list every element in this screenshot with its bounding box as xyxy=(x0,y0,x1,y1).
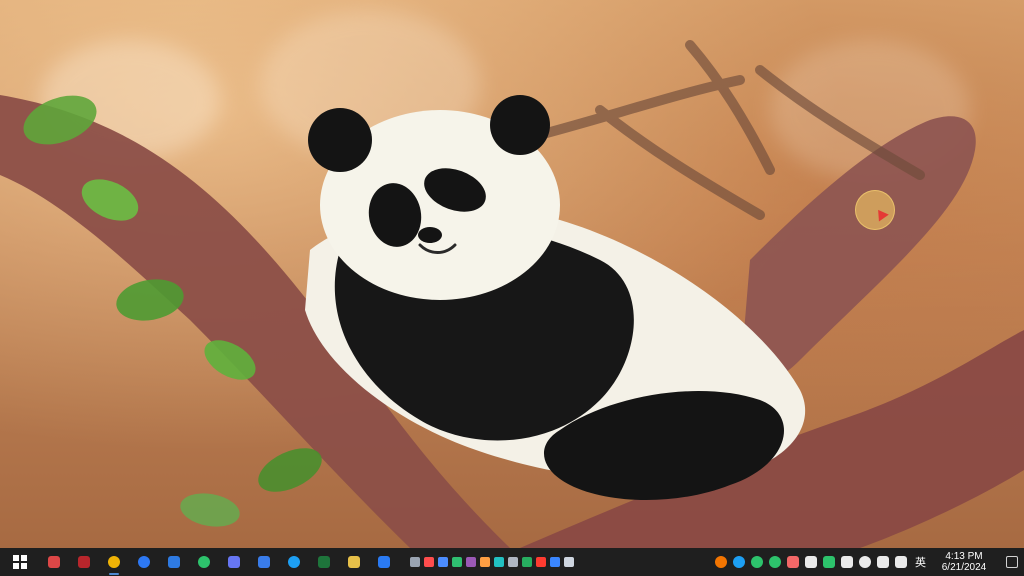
chrome-icon xyxy=(108,556,120,568)
cloud-tray-icon[interactable] xyxy=(805,556,817,568)
red-record-icon[interactable] xyxy=(536,557,546,567)
gray-mini-icon[interactable] xyxy=(508,557,518,567)
panda-ear-left xyxy=(308,108,372,172)
phone-tray-icon[interactable] xyxy=(841,556,853,568)
excel-icon xyxy=(318,556,330,568)
panda-nose xyxy=(418,227,442,243)
cyan-mini-icon[interactable] xyxy=(494,557,504,567)
taskbar-app[interactable] xyxy=(164,552,184,572)
taskbar: 英 4:13 PM 6/21/2024 xyxy=(0,548,1024,576)
edge-tray-icon[interactable] xyxy=(733,556,745,568)
swift-arrow-icon xyxy=(228,556,240,568)
ime-indicator[interactable]: 英 xyxy=(915,554,926,570)
quick-launch-mini-icons xyxy=(410,557,574,567)
taskbar-app[interactable] xyxy=(374,552,394,572)
system-tray: 英 4:13 PM 6/21/2024 xyxy=(715,551,1018,573)
desktop-wallpaper xyxy=(0,0,1024,548)
speaker-tray-icon[interactable] xyxy=(877,556,889,568)
shield-tray-icon[interactable] xyxy=(769,556,781,568)
tree-branch-upright xyxy=(740,116,976,384)
mic-tray-icon[interactable] xyxy=(787,556,799,568)
green-mini-icon[interactable] xyxy=(452,557,462,567)
pinned-apps xyxy=(44,552,394,575)
taskbar-app[interactable] xyxy=(314,552,334,572)
globe-tray-icon[interactable] xyxy=(859,556,871,568)
windows-start-icon xyxy=(13,555,27,569)
sync-icon xyxy=(138,556,150,568)
notification-icon[interactable] xyxy=(1006,556,1018,568)
running-indicator xyxy=(109,573,119,575)
green-mini-icon-2[interactable] xyxy=(522,557,532,567)
wechat-icon xyxy=(198,556,210,568)
vscode-icon xyxy=(378,556,390,568)
vs-code-like-icon xyxy=(168,556,180,568)
taskbar-app[interactable] xyxy=(74,552,94,572)
wifi-tray-icon[interactable] xyxy=(895,556,907,568)
blue-mini-icon[interactable] xyxy=(438,557,448,567)
taskbar-app[interactable] xyxy=(194,552,214,572)
purple-mini-icon[interactable] xyxy=(466,557,476,567)
edge-icon xyxy=(288,556,300,568)
blue-mini-icon-2[interactable] xyxy=(550,557,560,567)
clock-date: 6/21/2024 xyxy=(941,562,987,573)
cursor-highlight-ring xyxy=(855,190,895,230)
panda-scene-illustration xyxy=(0,40,1024,548)
taskbar-app[interactable] xyxy=(44,552,64,572)
orange-mini-icon[interactable] xyxy=(480,557,490,567)
panda-ear-right xyxy=(490,95,550,155)
taskbar-app[interactable] xyxy=(344,552,364,572)
bug-report-icon xyxy=(48,556,60,568)
start-button[interactable] xyxy=(6,550,34,574)
file-explorer-icon xyxy=(348,556,360,568)
firefox-icon[interactable] xyxy=(715,556,727,568)
lark-icon xyxy=(258,556,270,568)
settings-mini-icon[interactable] xyxy=(410,557,420,567)
filezilla-icon xyxy=(78,556,90,568)
taskbar-app[interactable] xyxy=(134,552,154,572)
taskbar-app[interactable] xyxy=(254,552,274,572)
taskbar-app[interactable] xyxy=(104,552,124,575)
taskbar-app[interactable] xyxy=(284,552,304,572)
wechat-tray-icon[interactable] xyxy=(823,556,835,568)
clock-time: 4:13 PM xyxy=(945,551,983,562)
chat-tray-icon[interactable] xyxy=(751,556,763,568)
taskbar-app[interactable] xyxy=(224,552,244,572)
red-mini-icon[interactable] xyxy=(424,557,434,567)
gray-mini-icon-2[interactable] xyxy=(564,557,574,567)
taskbar-clock[interactable]: 4:13 PM 6/21/2024 xyxy=(932,551,996,573)
